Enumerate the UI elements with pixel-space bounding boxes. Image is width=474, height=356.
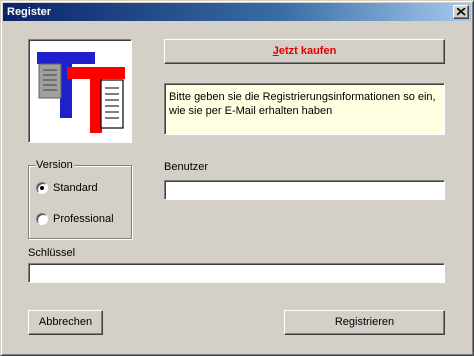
version-group: Version Standard Professional — [28, 158, 132, 239]
register-button[interactable]: Registrieren — [284, 310, 445, 335]
radio-standard[interactable]: Standard — [36, 181, 98, 195]
key-label: Schlüssel — [28, 247, 76, 259]
app-logo — [28, 39, 132, 143]
info-text: Bitte geben sie die Registrierungsinform… — [164, 83, 445, 135]
title-bar[interactable]: Register — [3, 3, 471, 21]
radio-professional-label: Professional — [53, 213, 114, 225]
radio-standard-label: Standard — [53, 182, 98, 194]
radio-professional[interactable]: Professional — [36, 212, 114, 226]
radio-professional-indicator[interactable] — [36, 213, 48, 225]
window-title: Register — [7, 6, 52, 18]
close-button[interactable] — [453, 5, 469, 19]
user-field[interactable] — [164, 180, 445, 200]
user-label: Benutzer — [164, 161, 209, 173]
cancel-button[interactable]: Abbrechen — [28, 310, 103, 335]
key-field[interactable] — [28, 263, 445, 283]
buy-now-label: etzt kaufen — [278, 45, 337, 57]
buy-now-button[interactable]: Jetzt kaufen — [164, 39, 445, 64]
register-dialog: Register Jetzt kaufen Bitte geben sie di… — [0, 0, 474, 356]
version-group-label: Version — [35, 158, 74, 172]
tt-app-logo-icon — [37, 52, 125, 133]
close-icon — [457, 8, 466, 16]
radio-standard-indicator[interactable] — [36, 182, 48, 194]
